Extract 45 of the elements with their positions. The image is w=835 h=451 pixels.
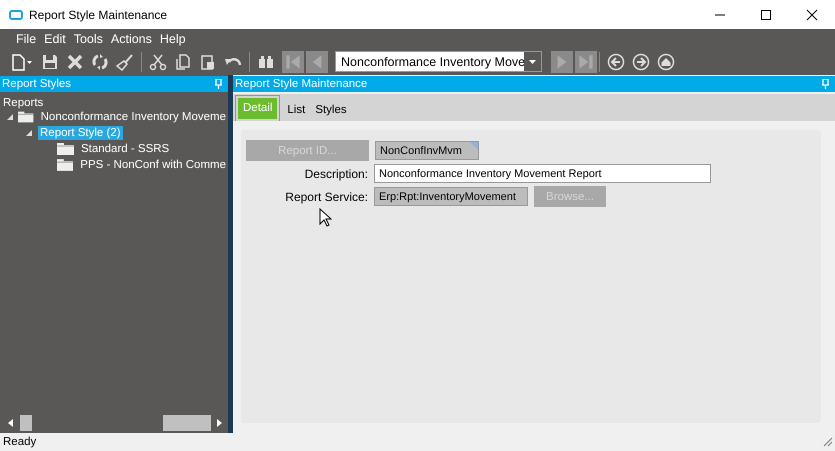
menu-item[interactable]: Edit — [40, 32, 70, 46]
brush-icon[interactable] — [116, 52, 134, 70]
home-icon[interactable] — [657, 52, 675, 70]
paste-icon[interactable] — [199, 52, 217, 70]
menu-item[interactable]: Tools — [70, 32, 107, 46]
expander-icon[interactable] — [6, 113, 14, 121]
tab[interactable]: List — [282, 100, 310, 121]
scroll-left-icon[interactable] — [8, 419, 13, 427]
mouse-cursor-icon — [319, 208, 332, 227]
maximize-icon[interactable] — [760, 8, 772, 20]
save-icon[interactable] — [41, 52, 59, 70]
corner-marker-icon — [470, 142, 478, 150]
field-label: Report Service: — [284, 190, 368, 204]
resize-grip-icon[interactable] — [823, 437, 833, 447]
dropdown-caret-icon — [529, 60, 536, 64]
menu-item[interactable]: File — [12, 32, 40, 46]
description-field[interactable]: Nonconformance Inventory Movement Report — [374, 164, 711, 183]
tab[interactable]: Styles — [310, 100, 352, 121]
expander-icon[interactable] — [25, 129, 33, 137]
folder-icon — [18, 111, 34, 123]
copy-icon[interactable] — [174, 52, 192, 70]
scroll-thumb[interactable] — [163, 415, 211, 431]
tree-item[interactable]: PPS - NonConf with Comme — [78, 158, 228, 172]
status-text: Ready — [3, 436, 36, 448]
tree-item[interactable]: Nonconformance Inventory Moveme — [38, 110, 228, 124]
folder-icon — [57, 143, 74, 155]
folder-icon — [56, 159, 74, 171]
menu-item[interactable]: Actions — [106, 32, 156, 46]
tree-item[interactable]: Standard - SSRS — [79, 142, 172, 156]
pin-icon[interactable] — [215, 79, 222, 89]
cut-icon[interactable] — [149, 52, 167, 70]
scroll-right-icon[interactable] — [217, 419, 222, 427]
refresh-icon[interactable] — [91, 52, 109, 70]
close-icon[interactable] — [806, 8, 818, 20]
scroll-thumb[interactable] — [20, 415, 32, 431]
panel-title: Report Styles — [2, 78, 72, 90]
pin-icon[interactable] — [822, 79, 829, 89]
panel-title: Report Style Maintenance — [235, 78, 368, 90]
app-icon — [9, 10, 23, 20]
tree-root[interactable]: Reports — [0, 97, 44, 109]
delete-icon[interactable] — [66, 52, 84, 70]
field-label: Description: — [304, 166, 368, 180]
report-service-field[interactable]: Erp:Rpt:InventoryMovement — [374, 187, 528, 206]
window-title: Report Style Maintenance — [29, 8, 168, 22]
menu-item[interactable]: Help — [156, 32, 190, 46]
